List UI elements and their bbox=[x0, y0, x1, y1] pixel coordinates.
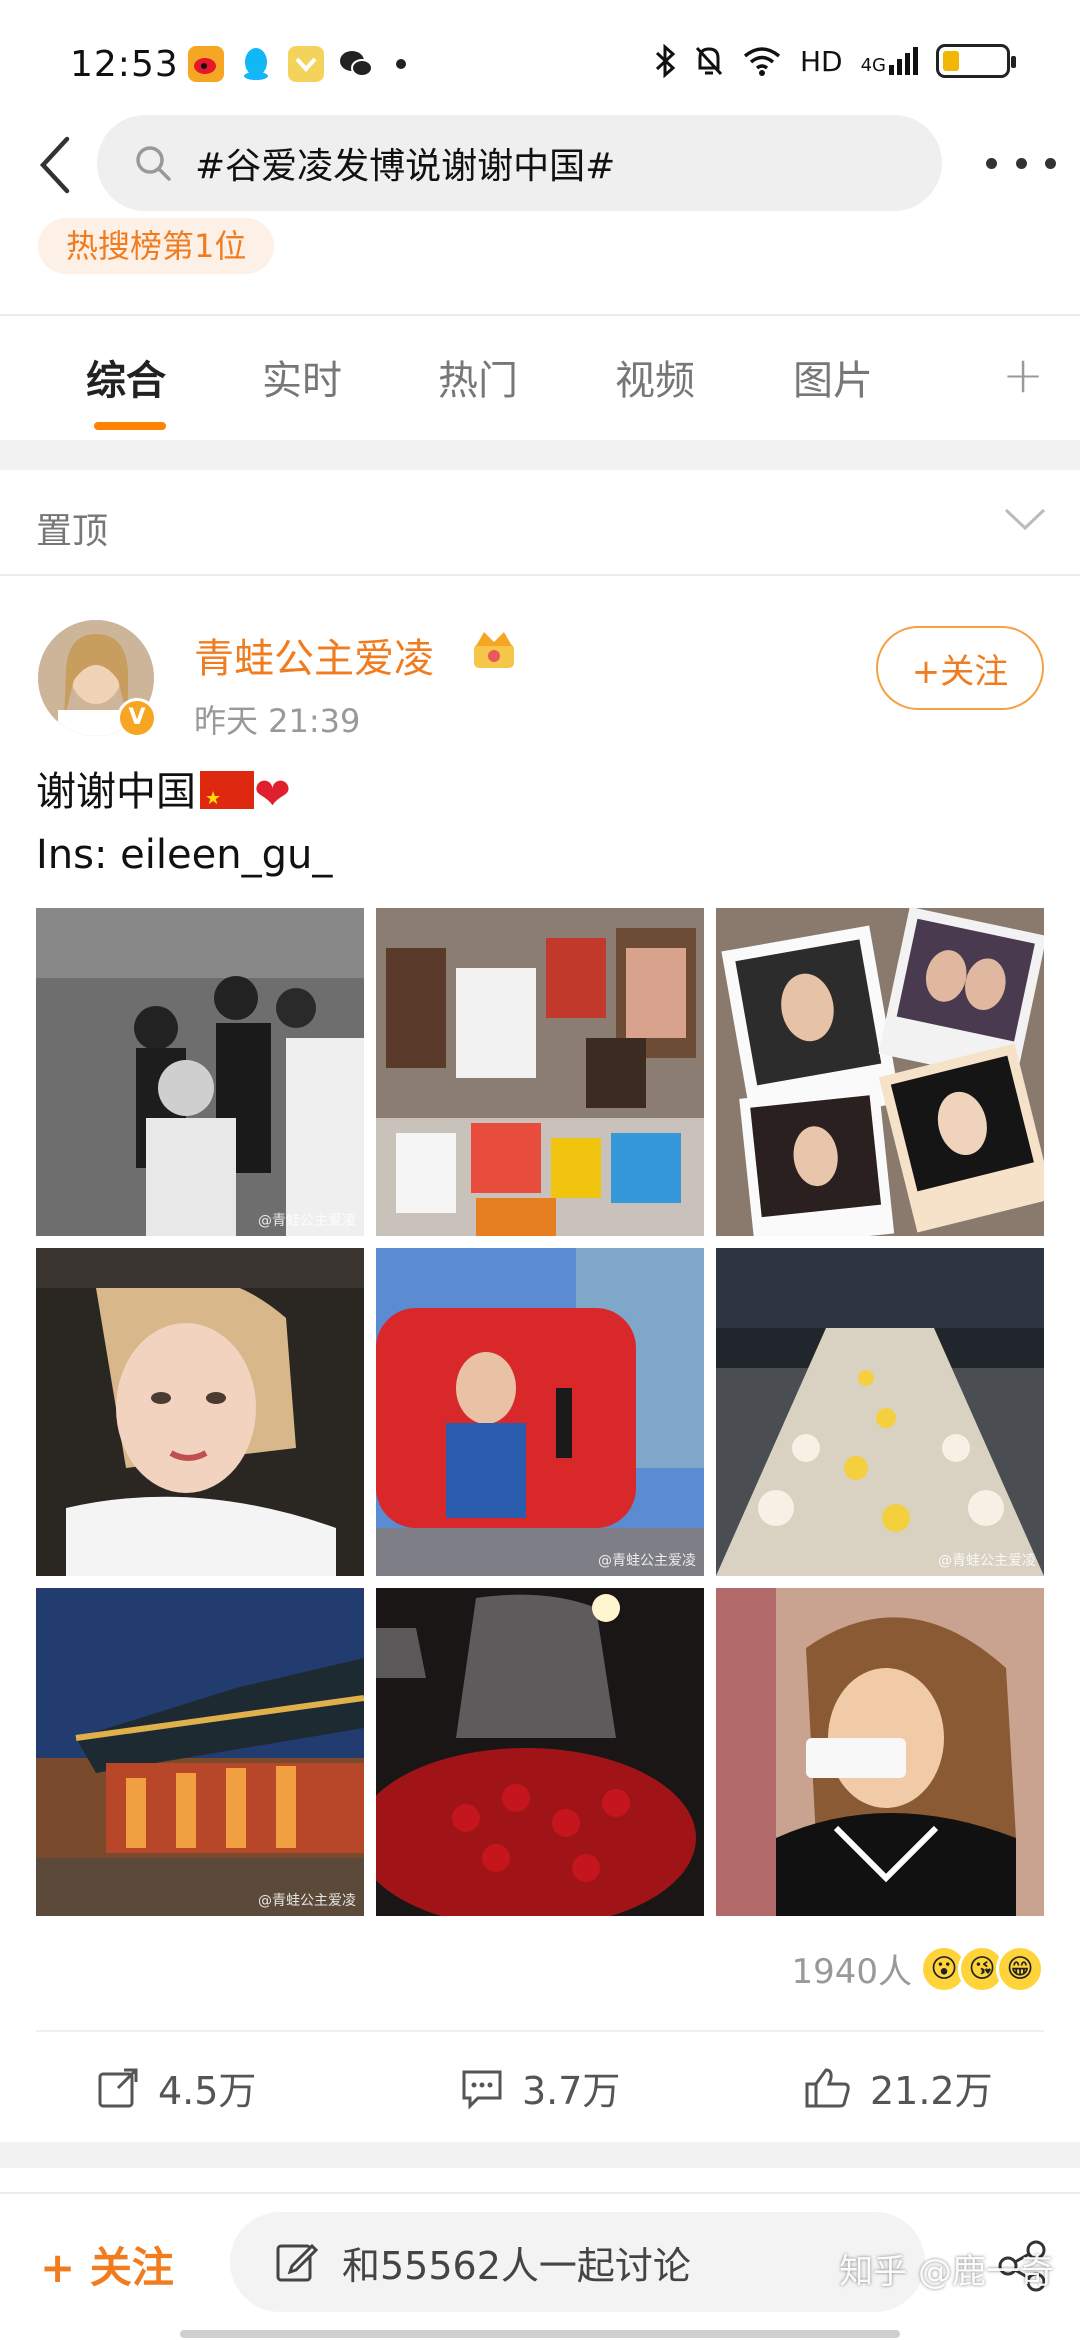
signal-icon: 4G bbox=[861, 47, 918, 75]
like-button[interactable]: 21.2万 bbox=[804, 2060, 993, 2115]
post-text-line2: Ins: eileen_gu_ bbox=[36, 832, 333, 878]
bluetooth-icon bbox=[655, 44, 676, 78]
comment-count: 3.7万 bbox=[522, 2069, 621, 2113]
verified-icon: V bbox=[117, 698, 157, 738]
battery-icon bbox=[936, 44, 1016, 78]
wechat-app-icon bbox=[338, 46, 374, 82]
comment-icon bbox=[462, 2070, 502, 2110]
back-button[interactable] bbox=[20, 130, 90, 200]
photo-watermark: @青蛙公主爱凌 bbox=[258, 1213, 356, 1229]
tab-realtime[interactable]: 实时 bbox=[262, 348, 342, 406]
heart-icon: ❤ bbox=[254, 769, 291, 820]
signal-label: 4G bbox=[860, 55, 886, 76]
section-separator bbox=[0, 440, 1080, 470]
photo-watermark: @青蛙公主爱凌 bbox=[938, 1553, 1036, 1569]
repost-button[interactable]: 4.5万 bbox=[96, 2060, 256, 2115]
photo-watermark: @青蛙公主爱凌 bbox=[598, 1553, 696, 1569]
author-name[interactable]: 青蛙公主爱凌 bbox=[194, 626, 434, 684]
search-icon bbox=[136, 146, 171, 181]
crown-icon bbox=[474, 632, 514, 668]
weibo-app-icon bbox=[188, 46, 224, 82]
status-time: 12:53 bbox=[70, 44, 179, 85]
bottom-follow-button[interactable]: + 关注 bbox=[40, 2234, 174, 2295]
chevron-down-icon[interactable] bbox=[1000, 498, 1050, 538]
post-text[interactable]: 谢谢中国 ❤ Ins: eileen_gu_ bbox=[36, 762, 332, 885]
add-tab-button[interactable]: + bbox=[1002, 346, 1044, 404]
photo-3[interactable] bbox=[716, 908, 1044, 1236]
tab-pictures[interactable]: 图片 bbox=[793, 348, 873, 406]
divider bbox=[0, 314, 1080, 316]
top-navigation: #谷爱凌发博说谢谢中国# bbox=[0, 110, 1080, 220]
like-icon bbox=[805, 2067, 850, 2107]
hot-rank-badge[interactable]: 热搜榜第1位 bbox=[38, 218, 275, 274]
pinned-label: 置顶 bbox=[36, 511, 109, 552]
notification-icons bbox=[188, 46, 406, 82]
photo-8[interactable] bbox=[376, 1588, 704, 1916]
like-count: 21.2万 bbox=[870, 2069, 993, 2113]
back-arrow-icon bbox=[39, 136, 70, 194]
divider bbox=[0, 574, 1080, 576]
more-notifications-dot bbox=[396, 59, 406, 69]
repost-count: 4.5万 bbox=[158, 2069, 257, 2113]
tab-comprehensive[interactable]: 综合 bbox=[86, 348, 166, 406]
photo-9[interactable] bbox=[716, 1588, 1044, 1916]
pinned-section[interactable]: 置顶 bbox=[0, 470, 1080, 576]
favorites-app-icon bbox=[288, 46, 324, 82]
search-input[interactable]: #谷爱凌发博说谢谢中国# bbox=[97, 115, 942, 211]
search-query: #谷爱凌发博说谢谢中国# bbox=[195, 146, 616, 187]
wifi-icon bbox=[743, 47, 781, 76]
discussion-input[interactable]: 和55562人一起讨论 bbox=[230, 2212, 925, 2312]
post-time: 昨天 21:39 bbox=[194, 702, 361, 740]
zhihu-watermark: 知乎 @鹿一奇 bbox=[839, 2252, 1054, 2292]
follow-button[interactable]: +关注 bbox=[876, 626, 1044, 710]
post-separator bbox=[0, 2142, 1080, 2168]
reactions[interactable]: 1940人 😮 😘 😁 bbox=[791, 1944, 1044, 1993]
discussion-placeholder: 和55562人一起讨论 bbox=[342, 2243, 691, 2288]
photo-1[interactable]: @青蛙公主爱凌 bbox=[36, 908, 364, 1236]
photo-7[interactable]: @青蛙公主爱凌 bbox=[36, 1588, 364, 1916]
post-actions: 4.5万 3.7万 21.2万 bbox=[36, 2030, 1044, 2140]
qq-app-icon bbox=[238, 46, 274, 82]
home-indicator[interactable] bbox=[180, 2330, 900, 2338]
more-dots-icon[interactable] bbox=[986, 138, 1056, 188]
edit-icon bbox=[276, 2243, 318, 2282]
photo-5[interactable]: @青蛙公主爱凌 bbox=[376, 1248, 704, 1576]
hd-label: HD bbox=[799, 44, 843, 78]
photo-2[interactable] bbox=[376, 908, 704, 1236]
post-text-line1: 谢谢中国 bbox=[36, 769, 196, 815]
grin-emoji-icon: 😁 bbox=[996, 1944, 1044, 1993]
photo-4[interactable] bbox=[36, 1248, 364, 1576]
reaction-count: 1940人 bbox=[791, 1952, 912, 1992]
tab-bar: 综合 实时 热门 视频 图片 + bbox=[0, 318, 1080, 438]
active-tab-indicator bbox=[94, 422, 166, 430]
tab-video[interactable]: 视频 bbox=[615, 348, 695, 406]
repost-icon bbox=[98, 2068, 138, 2107]
tab-hot[interactable]: 热门 bbox=[438, 348, 518, 406]
comment-button[interactable]: 3.7万 bbox=[460, 2060, 620, 2115]
status-right: HD 4G bbox=[654, 44, 1016, 78]
photo-watermark: @青蛙公主爱凌 bbox=[258, 1893, 356, 1909]
photo-6[interactable]: @青蛙公主爱凌 bbox=[716, 1248, 1044, 1576]
china-flag-icon bbox=[200, 769, 254, 829]
mute-bell-icon bbox=[695, 46, 723, 76]
